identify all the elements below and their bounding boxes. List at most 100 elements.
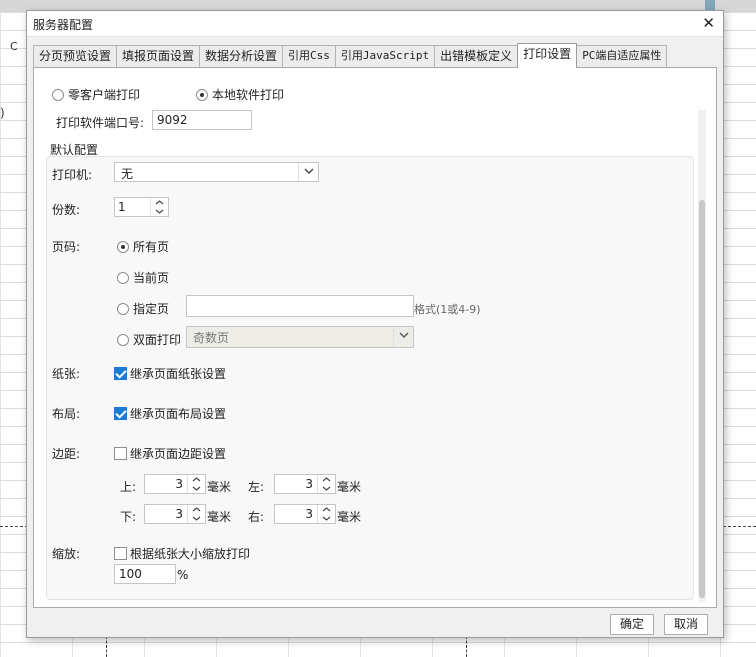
radio-all-pages[interactable]: 所有页 bbox=[117, 238, 169, 255]
specified-pages-input[interactable] bbox=[186, 295, 414, 317]
radio-button[interactable] bbox=[196, 89, 208, 101]
page-format-hint: 格式(1或4-9) bbox=[414, 303, 481, 316]
chevron-down-icon[interactable] bbox=[188, 514, 206, 523]
chevron-up-icon[interactable] bbox=[188, 505, 206, 514]
margin-top-unit: 毫米 bbox=[207, 480, 232, 494]
paper-inherit-checkbox[interactable]: 继承页面纸张设置 bbox=[114, 365, 226, 382]
port-input[interactable]: 9092 bbox=[152, 110, 252, 130]
stepper-buttons bbox=[317, 505, 335, 523]
dialog-titlebar: 服务器配置 ✕ bbox=[27, 11, 723, 37]
margin-left-stepper[interactable]: 3 bbox=[274, 474, 336, 494]
radio-button[interactable] bbox=[117, 272, 129, 284]
chevron-down-icon[interactable] bbox=[393, 327, 413, 347]
zoom-input[interactable]: 100 bbox=[114, 564, 176, 584]
tab-bar: 分页预览设置 填报页面设置 数据分析设置 引用Css 引用JavaScript 出错模板定… bbox=[33, 43, 668, 68]
radio-button[interactable] bbox=[117, 334, 129, 346]
checkbox-label: 继承页面边距设置 bbox=[130, 447, 227, 461]
tab-javascript[interactable]: 引用JavaScript bbox=[334, 45, 436, 67]
stepper-buttons bbox=[187, 475, 205, 493]
zoom-unit: % bbox=[177, 568, 189, 582]
cell-fragment: ) bbox=[0, 106, 5, 120]
checkbox[interactable] bbox=[114, 407, 127, 420]
margin-right-unit: 毫米 bbox=[337, 510, 362, 524]
ok-button[interactable]: 确定 bbox=[610, 614, 654, 635]
tab-pagination-preview[interactable]: 分页预览设置 bbox=[33, 45, 118, 67]
tab-css[interactable]: 引用Css bbox=[282, 45, 336, 67]
margin-right-value: 3 bbox=[305, 507, 313, 521]
page-range-label: 页码: bbox=[52, 240, 81, 254]
checkbox[interactable] bbox=[114, 447, 127, 460]
chevron-down-icon[interactable] bbox=[318, 514, 336, 523]
checkbox-label: 继承页面布局设置 bbox=[130, 407, 227, 421]
printer-value: 无 bbox=[121, 167, 134, 181]
checkbox-label: 根据纸张大小缩放打印 bbox=[130, 547, 251, 561]
radio-label: 所有页 bbox=[133, 240, 170, 254]
margin-right-stepper[interactable]: 3 bbox=[274, 504, 336, 524]
radio-label: 指定页 bbox=[133, 302, 170, 316]
margin-bottom-value: 3 bbox=[175, 507, 183, 521]
stepper-buttons bbox=[187, 505, 205, 523]
vertical-scrollbar[interactable] bbox=[698, 110, 706, 602]
margin-top-value: 3 bbox=[175, 477, 183, 491]
tab-print-settings[interactable]: 打印设置 bbox=[517, 43, 578, 68]
radio-button[interactable] bbox=[117, 303, 129, 315]
tab-data-analysis[interactable]: 数据分析设置 bbox=[199, 45, 284, 67]
printer-select[interactable]: 无 bbox=[114, 162, 319, 182]
print-settings-panel: 零客户端打印 本地软件打印 打印软件端口号: 9092 默认配置 打印机: 无 … bbox=[33, 67, 717, 608]
column-header-c: C bbox=[10, 40, 18, 53]
chevron-up-icon[interactable] bbox=[151, 198, 169, 207]
margin-bottom-label: 下: bbox=[120, 510, 137, 524]
margin-right-label: 右: bbox=[248, 510, 265, 524]
tab-fill-page[interactable]: 填报页面设置 bbox=[116, 45, 201, 67]
radio-specified-pages[interactable]: 指定页 bbox=[117, 300, 169, 317]
copies-value: 1 bbox=[118, 200, 126, 214]
cancel-button[interactable]: 取消 bbox=[664, 614, 708, 635]
radio-current-page[interactable]: 当前页 bbox=[117, 269, 169, 286]
zoom-fit-checkbox[interactable]: 根据纸张大小缩放打印 bbox=[114, 545, 250, 562]
margin-inherit-checkbox[interactable]: 继承页面边距设置 bbox=[114, 445, 226, 462]
page-break-vertical bbox=[466, 636, 467, 657]
chevron-up-icon[interactable] bbox=[188, 475, 206, 484]
checkbox[interactable] bbox=[114, 367, 127, 380]
copies-stepper[interactable]: 1 bbox=[114, 197, 169, 217]
stepper-buttons bbox=[317, 475, 335, 493]
margin-top-label: 上: bbox=[120, 480, 137, 494]
copies-label: 份数: bbox=[52, 203, 81, 217]
chevron-up-icon[interactable] bbox=[318, 475, 336, 484]
margin-label: 边距: bbox=[52, 447, 81, 461]
duplex-value: 奇数页 bbox=[193, 331, 230, 345]
chevron-down-icon[interactable] bbox=[188, 484, 206, 493]
chevron-up-icon[interactable] bbox=[318, 505, 336, 514]
stepper-buttons bbox=[150, 198, 168, 216]
scrollbar-thumb[interactable] bbox=[699, 200, 705, 598]
tab-pc-adaptive[interactable]: PC端自适应属性 bbox=[576, 45, 668, 67]
radio-local-software[interactable]: 本地软件打印 bbox=[196, 86, 284, 103]
paper-label: 纸张: bbox=[52, 367, 81, 381]
radio-label: 本地软件打印 bbox=[212, 88, 285, 102]
radio-button[interactable] bbox=[52, 89, 64, 101]
radio-duplex[interactable]: 双面打印 bbox=[117, 331, 181, 348]
layout-inherit-checkbox[interactable]: 继承页面布局设置 bbox=[114, 405, 226, 422]
checkbox[interactable] bbox=[114, 547, 127, 560]
dialog-title: 服务器配置 bbox=[33, 18, 94, 32]
tab-error-template[interactable]: 出错模板定义 bbox=[434, 45, 519, 67]
margin-left-value: 3 bbox=[305, 477, 313, 491]
margin-top-stepper[interactable]: 3 bbox=[144, 474, 206, 494]
duplex-select[interactable]: 奇数页 bbox=[186, 326, 414, 348]
margin-bottom-stepper[interactable]: 3 bbox=[144, 504, 206, 524]
server-config-dialog: 服务器配置 ✕ 分页预览设置 填报页面设置 数据分析设置 引用Css 引用JavaScr… bbox=[26, 10, 724, 638]
margin-left-unit: 毫米 bbox=[337, 480, 362, 494]
default-config-label: 默认配置 bbox=[50, 143, 99, 157]
margin-left-label: 左: bbox=[248, 480, 265, 494]
radio-button[interactable] bbox=[117, 241, 129, 253]
radio-label: 双面打印 bbox=[133, 333, 182, 347]
radio-zero-client[interactable]: 零客户端打印 bbox=[52, 86, 140, 103]
chevron-down-icon[interactable] bbox=[298, 163, 318, 181]
radio-label: 当前页 bbox=[133, 271, 170, 285]
radio-label: 零客户端打印 bbox=[68, 88, 141, 102]
chevron-down-icon[interactable] bbox=[318, 484, 336, 493]
close-icon[interactable]: ✕ bbox=[702, 14, 715, 32]
layout-label: 布局: bbox=[52, 407, 81, 421]
margin-bottom-unit: 毫米 bbox=[207, 510, 232, 524]
chevron-down-icon[interactable] bbox=[151, 207, 169, 216]
